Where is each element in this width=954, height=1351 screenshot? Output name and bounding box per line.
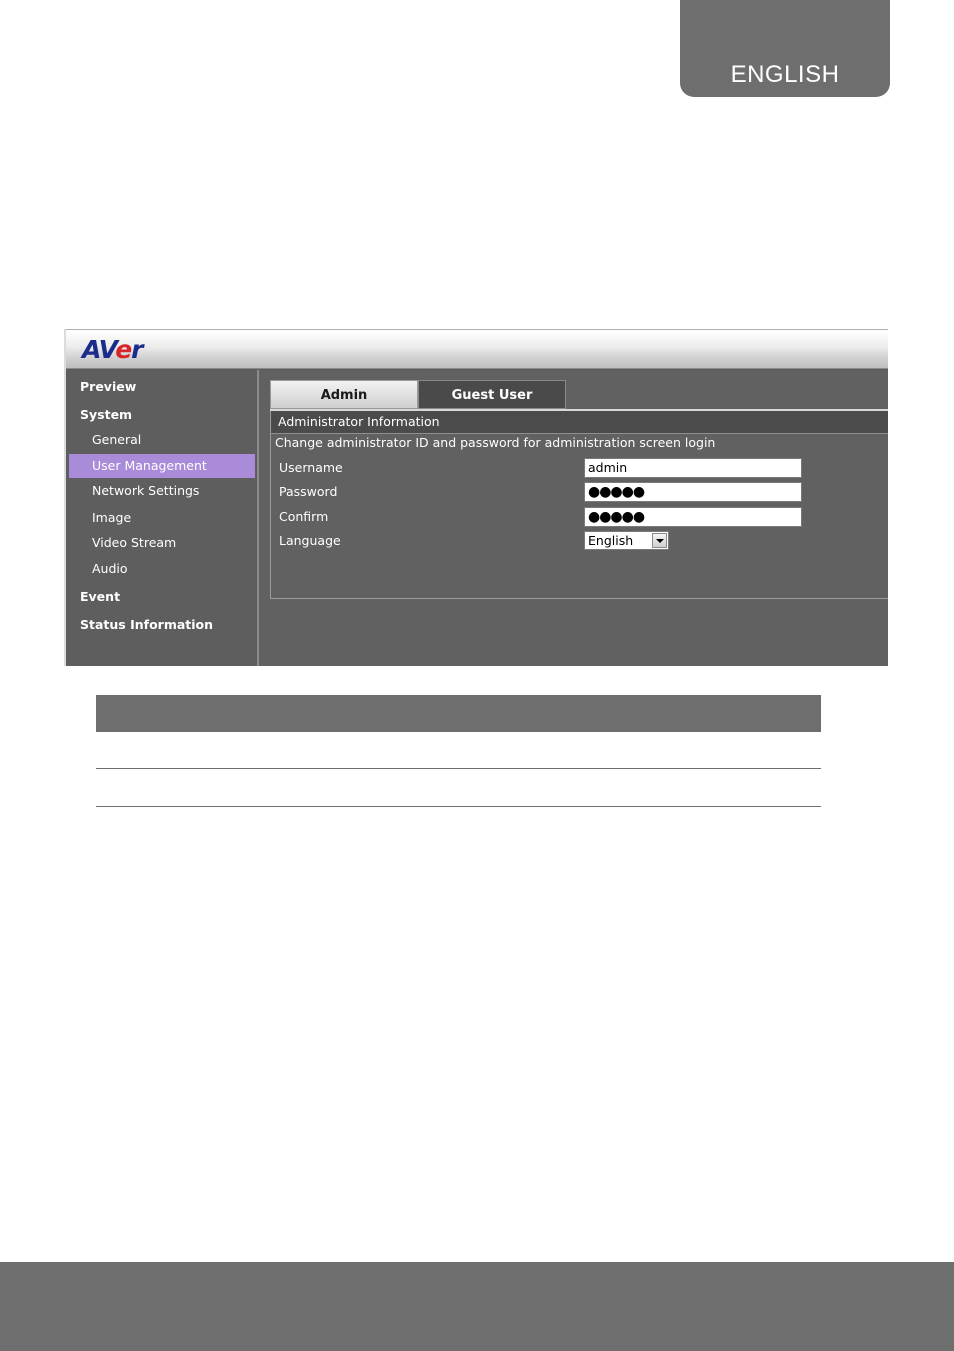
password-label: Password <box>279 484 338 499</box>
sidebar: Preview System General User Management N… <box>66 370 259 666</box>
sidebar-item-video-stream[interactable]: Video Stream <box>66 531 256 555</box>
language-tab: ENGLISH <box>680 0 890 97</box>
language-label: Language <box>279 533 341 548</box>
table-divider <box>96 806 821 807</box>
aver-logo: AVer <box>82 335 144 364</box>
table-divider <box>96 768 821 769</box>
sidebar-item-user-management[interactable]: User Management <box>69 454 255 478</box>
sidebar-item-preview[interactable]: Preview <box>66 375 256 399</box>
sidebar-item-general[interactable]: General <box>66 428 256 452</box>
tab-admin[interactable]: Admin <box>270 380 418 409</box>
sidebar-item-audio[interactable]: Audio <box>66 557 256 581</box>
main-content: Admin Guest User Administrator Informati… <box>259 370 888 666</box>
panel-description: Change administrator ID and password for… <box>275 435 716 450</box>
page-footer-bar <box>0 1262 954 1351</box>
admin-info-panel: Administrator Information Change adminis… <box>270 411 888 599</box>
sidebar-item-network-settings[interactable]: Network Settings <box>66 479 256 503</box>
app-header: AVer <box>66 329 888 369</box>
confirm-password-field[interactable]: ●●●●● <box>584 507 802 527</box>
language-select[interactable]: English <box>584 531 669 550</box>
language-select-value: English <box>588 533 634 548</box>
sidebar-item-system[interactable]: System <box>66 403 256 427</box>
tab-guest-user[interactable]: Guest User <box>418 380 566 409</box>
sidebar-item-image[interactable]: Image <box>66 506 256 530</box>
password-field[interactable]: ●●●●● <box>584 482 802 502</box>
username-field[interactable]: admin <box>584 458 802 478</box>
panel-title: Administrator Information <box>271 411 888 434</box>
chevron-down-icon[interactable] <box>652 533 667 548</box>
username-label: Username <box>279 460 343 475</box>
language-tab-label: ENGLISH <box>730 61 840 88</box>
sidebar-item-event[interactable]: Event <box>66 585 256 609</box>
app-screenshot: AVer Preview System General User Managem… <box>64 329 888 666</box>
table-header-bar <box>96 695 821 732</box>
sidebar-item-status-information[interactable]: Status Information <box>66 613 256 637</box>
confirm-label: Confirm <box>279 509 329 524</box>
